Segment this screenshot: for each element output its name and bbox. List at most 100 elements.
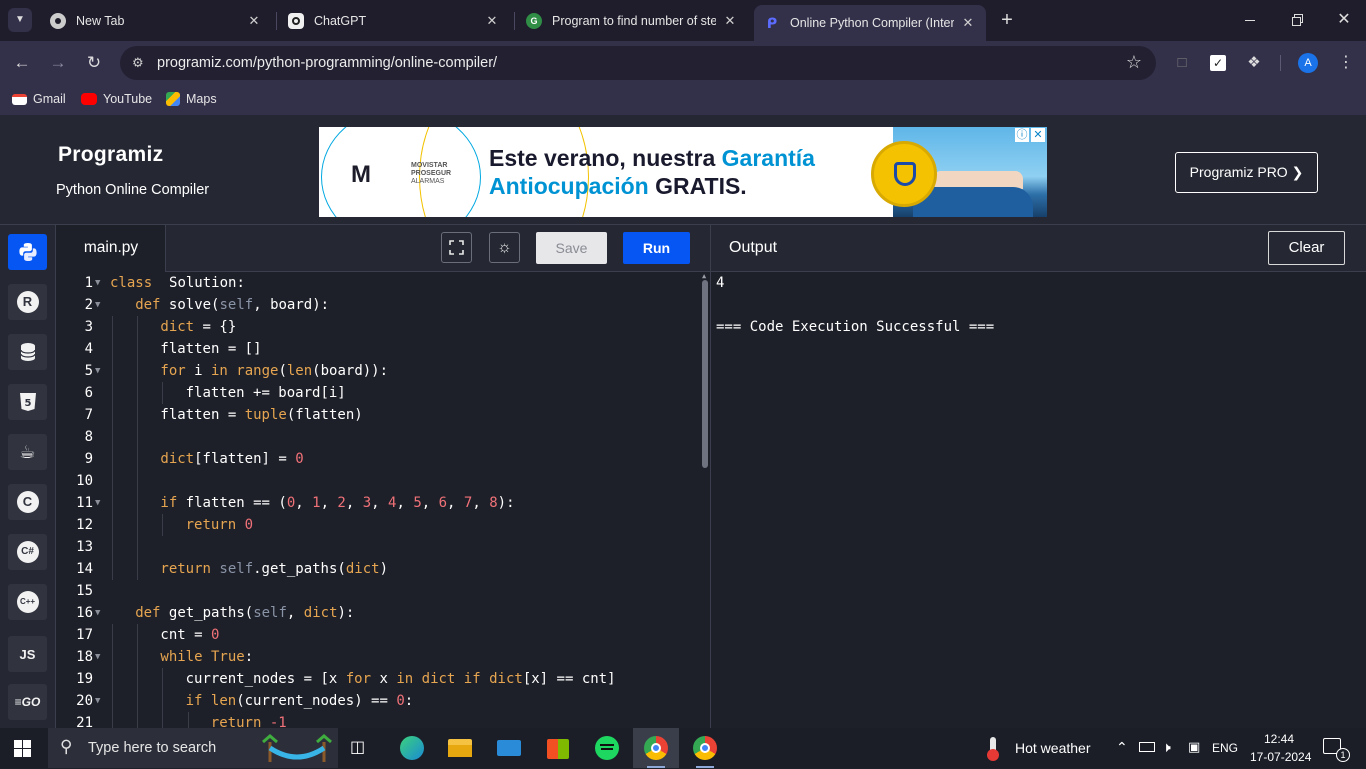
code-text[interactable]: current_nodes = [x for x in dict if dict… [186, 668, 616, 690]
tab-chatgpt[interactable]: ChatGPT ✕ [278, 5, 510, 36]
run-button[interactable]: Run [623, 232, 690, 264]
windows-start-icon[interactable] [14, 740, 32, 758]
restore-button[interactable] [1288, 10, 1308, 30]
extensions-puzzle-icon[interactable]: ❖ [1244, 53, 1264, 73]
code-text[interactable]: if len(current_nodes) == 0: [186, 690, 414, 712]
code-line[interactable]: 7 flatten = tuple(flatten) [57, 404, 697, 426]
code-line[interactable]: 18 ▼ while True: [57, 646, 697, 668]
ad-choices[interactable]: ⓘ ✕ [1015, 128, 1045, 142]
spotify-icon[interactable] [592, 733, 622, 763]
file-explorer-icon[interactable] [445, 733, 475, 763]
code-text[interactable]: flatten = tuple(flatten) [160, 404, 362, 426]
lang-sql-icon[interactable] [8, 334, 47, 370]
editor-scrollbar[interactable] [702, 280, 708, 468]
code-editor[interactable]: 1 ▼ class Solution: 2 ▼ def solve(self, board… [57, 272, 710, 728]
tab-program-steps[interactable]: G Program to find number of steps ✕ [516, 5, 748, 36]
address-bar[interactable]: ⚙ programiz.com/python-programming/onlin… [120, 46, 1156, 80]
code-text[interactable]: def solve(self, board): [135, 294, 329, 316]
code-line[interactable]: 20 ▼ if len(current_nodes) == 0: [57, 690, 697, 712]
display-icon[interactable]: ▣ [1188, 739, 1200, 755]
site-settings-icon[interactable]: ⚙ [132, 55, 144, 71]
code-line[interactable]: 17 cnt = 0 [57, 624, 697, 646]
code-line[interactable]: 4 flatten = [] [57, 338, 697, 360]
tab-online-python-compiler[interactable]: ᑭ Online Python Compiler (Interpreter) ✕ [754, 5, 986, 41]
lang-cpp-icon[interactable]: C++ [8, 584, 47, 620]
save-button[interactable]: Save [536, 232, 607, 264]
theme-toggle-sun-icon[interactable]: ☼ [489, 232, 520, 263]
microsoft-store-icon[interactable] [543, 733, 573, 763]
new-tab-button[interactable]: + [996, 8, 1018, 32]
battery-icon[interactable] [1139, 742, 1155, 752]
code-line[interactable]: 21 return -1 [57, 712, 697, 728]
close-window-button[interactable]: ✕ [1334, 8, 1354, 32]
code-line[interactable]: 15 [57, 580, 697, 602]
weather-text[interactable]: Hot weather [1015, 740, 1090, 756]
code-line[interactable]: 14 return self.get_paths(dict) [57, 558, 697, 580]
task-check-extension-icon[interactable]: ✓ [1208, 53, 1228, 73]
file-tab-main-py[interactable]: main.py [57, 225, 166, 272]
chrome-taskbar-icon[interactable] [641, 733, 671, 763]
clock-date[interactable]: 17-07-2024 [1250, 750, 1311, 764]
edge-browser-icon[interactable] [397, 733, 427, 763]
chrome-profile-taskbar-icon[interactable] [690, 733, 720, 763]
fold-arrow-icon[interactable]: ▼ [95, 690, 100, 712]
lang-html-icon[interactable]: 5 [8, 384, 47, 420]
code-line[interactable]: 13 [57, 536, 697, 558]
back-arrow-icon[interactable]: ← [10, 51, 34, 75]
code-line[interactable]: 10 [57, 470, 697, 492]
taskbar-search-box[interactable]: ⚲ Type here to search [48, 728, 338, 768]
code-text[interactable]: cnt = 0 [160, 624, 219, 646]
lang-javascript-icon[interactable]: JS [8, 636, 47, 672]
minimize-button[interactable] [1240, 10, 1260, 30]
menu-kebab-icon[interactable]: ⋮ [1336, 53, 1356, 73]
code-text[interactable]: def get_paths(self, dict): [135, 602, 354, 624]
code-text[interactable]: flatten += board[i] [186, 382, 346, 404]
fullscreen-icon[interactable] [441, 232, 472, 263]
ad-info-icon[interactable]: ⓘ [1015, 128, 1029, 142]
code-line[interactable]: 8 [57, 426, 697, 448]
code-line[interactable]: 19 current_nodes = [x for x in dict if di… [57, 668, 697, 690]
lang-c-icon[interactable]: C [8, 484, 47, 520]
language-indicator[interactable]: ENG [1212, 741, 1238, 755]
lang-csharp-icon[interactable]: C# [8, 534, 47, 570]
fold-arrow-icon[interactable]: ▼ [95, 360, 100, 382]
programiz-pro-button[interactable]: Programiz PRO ❯ [1175, 152, 1318, 193]
forward-arrow-icon[interactable]: → [46, 51, 70, 75]
clock-time[interactable]: 12:44 [1264, 732, 1294, 746]
code-text[interactable]: flatten = [] [160, 338, 261, 360]
profile-avatar[interactable]: A [1298, 53, 1318, 73]
fold-arrow-icon[interactable]: ▼ [95, 294, 100, 316]
code-line[interactable]: 3 dict = {} [57, 316, 697, 338]
lang-java-icon[interactable]: ☕ [8, 434, 47, 470]
code-text[interactable]: return self.get_paths(dict) [160, 558, 388, 580]
code-line[interactable]: 16 ▼ def get_paths(self, dict): [57, 602, 697, 624]
bookmark-youtube[interactable]: YouTube [81, 92, 152, 106]
volume-icon[interactable]: 🕨 [1162, 739, 1171, 756]
code-line[interactable]: 9 dict[flatten] = 0 [57, 448, 697, 470]
code-line[interactable]: 1 ▼ class Solution: [57, 272, 697, 294]
lang-go-icon[interactable]: ≡GO [8, 684, 47, 720]
bookmark-maps[interactable]: Maps [166, 92, 217, 106]
code-text[interactable]: for i in range(len(board)): [160, 360, 388, 382]
clear-button[interactable]: Clear [1268, 231, 1345, 265]
programiz-logo[interactable]: Programiz [58, 143, 163, 167]
code-line[interactable]: 11 ▼ if flatten == (0, 1, 2, 3, 4, 5, 6, 7… [57, 492, 697, 514]
url-text[interactable]: programiz.com/python-programming/online-… [157, 55, 497, 71]
task-view-icon[interactable]: ◫ [350, 738, 370, 758]
code-text[interactable]: dict = {} [160, 316, 236, 338]
reload-icon[interactable]: ↻ [82, 51, 106, 75]
close-icon[interactable]: ✕ [960, 15, 976, 31]
fold-arrow-icon[interactable]: ▼ [95, 646, 100, 668]
fold-arrow-icon[interactable]: ▼ [95, 602, 100, 624]
mail-icon[interactable] [494, 733, 524, 763]
tab-capture-icon[interactable]: □ [1172, 53, 1192, 73]
fold-arrow-icon[interactable]: ▼ [95, 492, 100, 514]
tab-search-button[interactable]: ▼ [8, 8, 32, 32]
close-icon[interactable]: ✕ [722, 13, 738, 29]
lang-python-icon[interactable] [8, 234, 47, 270]
code-line[interactable]: 12 return 0 [57, 514, 697, 536]
advertisement-banner[interactable]: M MOVISTAR PROSEGUR ALARMAS Este verano,… [319, 127, 1047, 217]
code-text[interactable]: return -1 [211, 712, 287, 728]
bookmark-star-icon[interactable]: ☆ [1126, 52, 1142, 73]
lang-r-icon[interactable]: R [8, 284, 47, 320]
